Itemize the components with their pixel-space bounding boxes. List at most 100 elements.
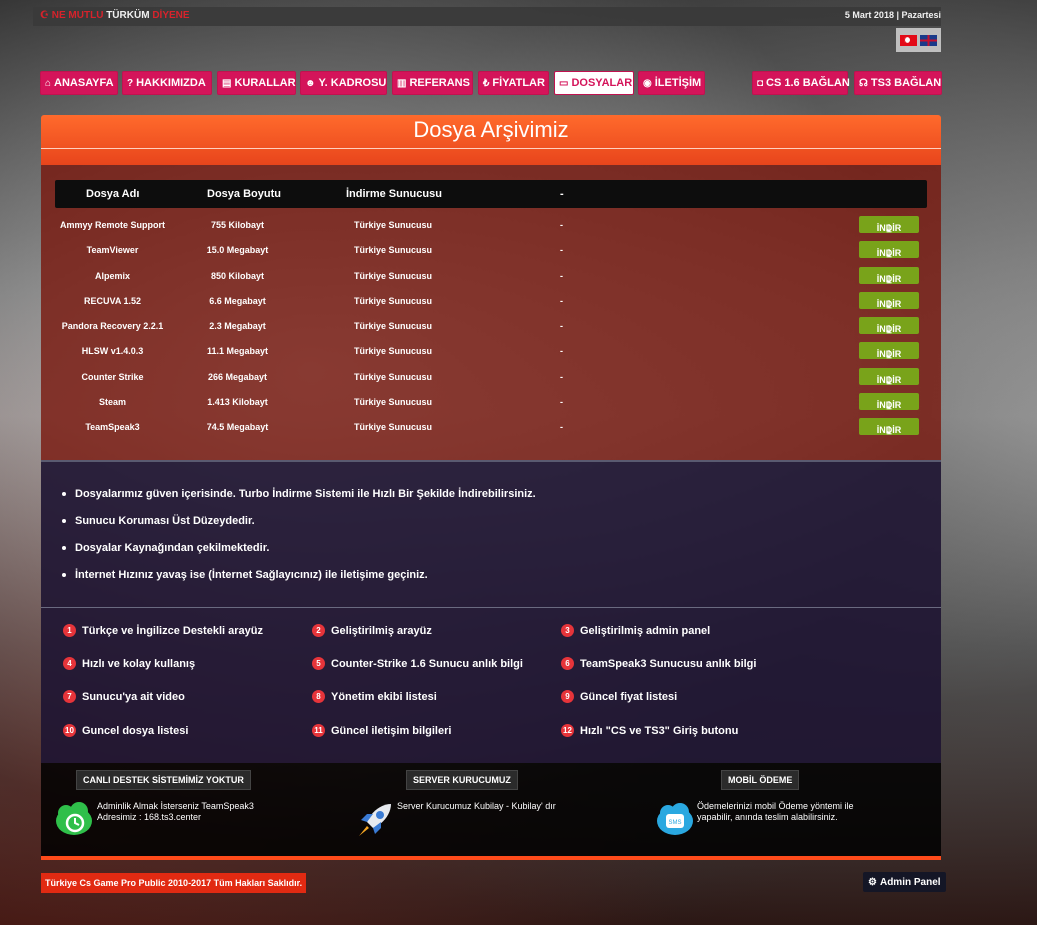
nav-contact[interactable]: ◉ İLETİŞİM: [638, 71, 705, 95]
file-server: Türkiye Sunucusu: [354, 245, 433, 255]
feature-badge: 11: [312, 724, 325, 737]
connect-label: CS 1.6 BAĞLAN: [766, 77, 850, 89]
download-button[interactable]: ⤓ İNDİR: [859, 418, 919, 437]
download-label: İNDİR: [876, 223, 902, 233]
cs-connect-button[interactable]: ◘ CS 1.6 BAĞLAN: [752, 71, 850, 95]
feature-item: 7 Sunucu'ya ait video: [63, 690, 185, 703]
download-button[interactable]: ⤓ İNDİR: [859, 241, 919, 260]
nav-label: KURALLAR: [234, 77, 296, 89]
file-extra: -: [560, 422, 563, 432]
download-button[interactable]: ⤓ İNDİR: [859, 368, 919, 387]
download-button[interactable]: ⤓ İNDİR: [859, 292, 919, 311]
download-button[interactable]: ⤓ İNDİR: [859, 342, 919, 361]
turkish-flag-icon[interactable]: [900, 34, 917, 46]
nav-staff[interactable]: ☻ Y. KADROSU: [300, 71, 387, 95]
home-icon: ⌂: [45, 77, 52, 89]
feature-item: 9 Güncel fiyat listesi: [561, 690, 677, 703]
file-server: Türkiye Sunucusu: [354, 321, 433, 331]
nav-about[interactable]: ? HAKKIMIZDA: [122, 71, 212, 95]
file-size: 266 Megabayt: [207, 372, 268, 382]
file-server: Türkiye Sunucusu: [354, 296, 433, 306]
file-name: HLSW v1.4.0.3: [81, 346, 144, 356]
feature-item: 11 Güncel iletişim bilgileri: [312, 724, 451, 737]
page-title: Dosya Arşivimiz: [413, 117, 569, 142]
download-label: İNDİR: [876, 324, 902, 334]
header-extra: -: [560, 188, 564, 200]
file-name: Ammyy Remote Support: [59, 220, 166, 230]
top-bar: ☪ NE MUTLU TÜRKÜM DİYENE 5 Mart 2018 | P…: [33, 7, 941, 26]
support-text-line-1: Adminlik Almak İsterseniz TeamSpeak3: [97, 801, 254, 811]
panel-header: Dosya Arşivimiz: [41, 115, 941, 165]
lira-icon: ₺: [483, 77, 490, 89]
footer-accent-bar: [41, 856, 941, 860]
feature-item: 1 Türkçe ve İngilizce Destekli arayüz: [63, 624, 263, 637]
feature-badge: 8: [312, 690, 325, 703]
download-button[interactable]: ⤓ İNDİR: [859, 393, 919, 412]
ts3-connect-button[interactable]: ☊ TS3 BAĞLAN: [854, 71, 942, 95]
support-icon: [56, 802, 92, 835]
header-divider: [41, 148, 941, 149]
notes-list: Dosyalarımız güven içerisinde. Turbo İnd…: [62, 488, 536, 596]
file-extra: -: [560, 296, 563, 306]
copyright-text: Türkiye Cs Game Pro Public 2010-2017 Tüm…: [41, 873, 307, 893]
headset-icon: ☊: [859, 77, 868, 89]
nav-rules[interactable]: ▤ KURALLAR: [217, 71, 296, 95]
english-flag-icon[interactable]: [920, 34, 937, 46]
file-name: Counter Strike: [81, 372, 144, 382]
gears-icon: ⚙: [868, 876, 877, 888]
feature-text: Yönetim ekibi listesi: [331, 690, 437, 703]
feature-item: 12 Hızlı "CS ve TS3" Giriş butonu: [561, 724, 738, 737]
feature-badge: 2: [312, 624, 325, 637]
table-row: TeamSpeak3 74.5 Megabayt Türkiye Sunucus…: [55, 415, 927, 440]
feature-text: Guncel dosya listesi: [82, 724, 189, 737]
list-item: İnternet Hızınız yavaş ise (İnternet Sağ…: [62, 569, 536, 581]
list-item: Dosyalar Kaynağından çekilmektedir.: [62, 542, 536, 554]
file-icon: ▤: [222, 77, 232, 89]
file-name: Alpemix: [94, 271, 130, 281]
nav-label: İLETİŞİM: [654, 77, 702, 89]
file-size: 15.0 Megabayt: [206, 245, 269, 255]
feature-text: Güncel iletişim bilgileri: [331, 724, 452, 737]
nav-label: Y. KADROSU: [318, 77, 387, 89]
feature-text: Geliştirilmiş admin panel: [580, 624, 711, 637]
slogan-part-3: DİYENE: [152, 10, 190, 21]
question-icon: ?: [127, 77, 134, 89]
file-extra: -: [560, 321, 563, 331]
feature-badge: 6: [561, 657, 574, 670]
nav-home[interactable]: ⌂ ANASAYFA: [40, 71, 118, 95]
rocket-icon: [359, 804, 391, 836]
payment-text: Ödemelerinizi mobil Ödeme yöntemi ile ya…: [697, 801, 854, 823]
info-section: Dosyalarımız güven içerisinde. Turbo İnd…: [41, 460, 941, 763]
file-size: 74.5 Megabayt: [206, 422, 269, 432]
map-marker-icon: ◉: [643, 77, 652, 89]
download-button[interactable]: ⤓ İNDİR: [859, 216, 919, 235]
nav-files[interactable]: ▭ DOSYALAR: [554, 71, 634, 95]
feature-text: Türkçe ve İngilizce Destekli arayüz: [82, 624, 263, 637]
slogan-part-1: NE MUTLU: [51, 10, 104, 21]
file-extra: -: [560, 346, 563, 356]
table-row: Steam 1.413 Kilobayt Türkiye Sunucusu - …: [55, 390, 927, 415]
feature-item: 6 TeamSpeak3 Sunucusu anlık bilgi: [561, 657, 756, 670]
download-label: İNDİR: [876, 349, 902, 359]
file-server: Türkiye Sunucusu: [354, 422, 433, 432]
support-text-line-2: Adresimiz : 168.ts3.center: [97, 812, 202, 822]
file-server: Türkiye Sunucusu: [354, 271, 433, 281]
table-row: Ammyy Remote Support 755 Kilobayt Türkiy…: [55, 213, 927, 238]
files-table: Dosya Adı Dosya Boyutu İndirme Sunucusu …: [41, 165, 941, 462]
support-title: CANLI DESTEK SİSTEMİMİZ YOKTUR: [76, 770, 251, 790]
crescent-icon: ☪: [40, 10, 49, 21]
download-button[interactable]: ⤓ İNDİR: [859, 317, 919, 336]
admin-panel-button[interactable]: ⚙ Admin Panel: [863, 872, 946, 892]
footer-info: CANLI DESTEK SİSTEMİMİZ YOKTUR SERVER KU…: [41, 763, 941, 860]
slogan-part-2: TÜRKÜM: [106, 10, 150, 21]
nav-references[interactable]: ▥ REFERANS: [392, 71, 473, 95]
file-size: 755 Kilobayt: [210, 220, 265, 230]
file-name: Steam: [98, 397, 126, 407]
download-label: İNDİR: [876, 375, 902, 385]
file-name: RECUVA 1.52: [83, 296, 142, 306]
nav-prices[interactable]: ₺ FİYATLAR: [478, 71, 549, 95]
sms-icon: SMS: [657, 803, 693, 835]
feature-item: 8 Yönetim ekibi listesi: [312, 690, 437, 703]
feature-item: 3 Geliştirilmiş admin panel: [561, 624, 710, 637]
download-button[interactable]: ⤓ İNDİR: [859, 267, 919, 286]
